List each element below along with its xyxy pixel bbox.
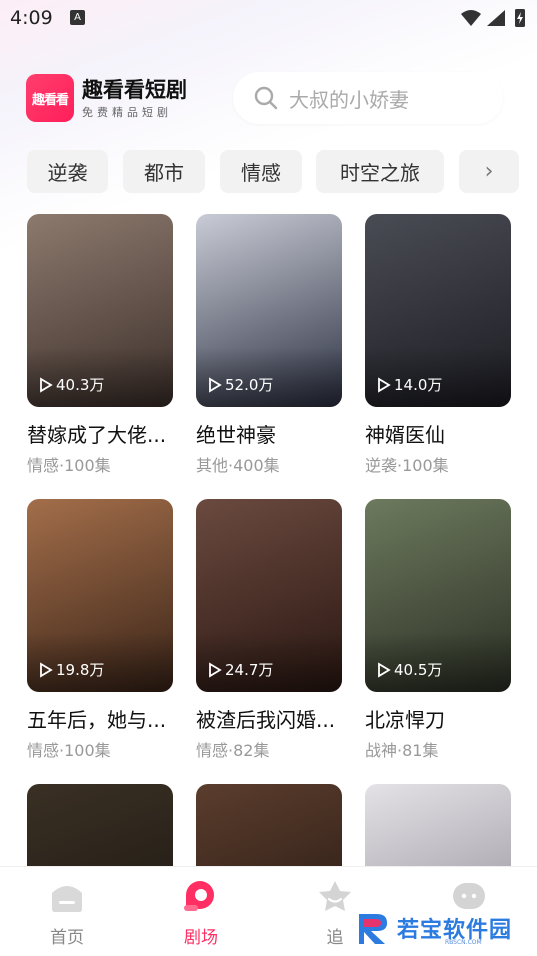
status-bar: 4:09 A <box>0 0 537 36</box>
watermark-logo-icon <box>359 914 387 944</box>
view-count-text: 24.7万 <box>225 661 274 679</box>
star-icon <box>319 881 351 911</box>
view-count: 40.5万 <box>377 659 442 680</box>
tab-label: 剧场 <box>184 928 218 948</box>
category-chip[interactable]: 都市 <box>123 150 205 193</box>
play-icon <box>209 376 222 393</box>
category-label: 情感 <box>241 161 281 185</box>
view-count: 40.3万 <box>39 374 104 395</box>
view-count-text: 40.5万 <box>394 661 443 679</box>
chevron-right-icon[interactable]: › <box>459 150 519 193</box>
drama-poster[interactable]: 52.0万 <box>196 214 342 407</box>
drama-meta: 其他·400集 <box>196 456 280 475</box>
drama-meta: 情感·100集 <box>27 741 111 760</box>
play-icon <box>378 376 391 393</box>
drama-poster[interactable]: 24.7万 <box>196 499 342 692</box>
drama-title[interactable]: 神婿医仙 <box>365 419 511 448</box>
category-label: 时空之旅 <box>340 161 420 185</box>
drama-meta: 情感·82集 <box>196 741 270 760</box>
category-chip[interactable]: 逆袭 <box>27 150 108 193</box>
home-icon <box>52 886 82 912</box>
play-icon <box>40 661 53 678</box>
drama-poster[interactable]: 40.3万 <box>27 214 173 407</box>
tab-theater[interactable]: 剧场 <box>161 879 241 948</box>
logo-text: 趣看看 <box>31 92 69 108</box>
play-icon <box>209 661 222 678</box>
drama-poster[interactable]: 14.0万 <box>365 214 511 407</box>
app-header: 趣看看 趣看看短剧 免费精品短剧 大叔的小娇妻 <box>26 72 516 128</box>
view-count: 14.0万 <box>377 374 442 395</box>
play-icon <box>378 661 391 678</box>
drama-title[interactable]: 五年后，她与... <box>27 704 173 733</box>
signal-icon <box>487 10 505 26</box>
search-bar[interactable]: 大叔的小娇妻 <box>233 72 503 124</box>
category-label: 逆袭 <box>47 161 88 185</box>
wifi-icon <box>461 10 481 26</box>
view-count-text: 19.8万 <box>56 661 105 679</box>
drama-meta: 逆袭·100集 <box>365 456 449 475</box>
app-title: 趣看看短剧 <box>82 78 187 102</box>
app-subtitle: 免费精品短剧 <box>82 106 172 119</box>
site-watermark: 若宝软件园 RBSCN.COM <box>355 908 535 948</box>
tab-home[interactable]: 首页 <box>27 879 107 948</box>
search-placeholder: 大叔的小娇妻 <box>289 87 409 112</box>
drama-title[interactable]: 替嫁成了大佬... <box>27 419 173 448</box>
category-chip[interactable]: 情感 <box>220 150 302 193</box>
view-count-text: 40.3万 <box>56 376 105 394</box>
search-icon <box>254 86 278 110</box>
drama-meta: 战神·81集 <box>365 741 439 760</box>
view-count: 52.0万 <box>208 374 273 395</box>
view-count: 24.7万 <box>208 659 273 680</box>
status-time: 4:09 <box>10 7 53 29</box>
notification-badge: A <box>70 10 85 25</box>
category-chip[interactable]: 时空之旅 <box>316 150 444 193</box>
drama-title[interactable]: 绝世神豪 <box>196 419 342 448</box>
app-logo: 趣看看 <box>26 74 74 122</box>
drama-meta: 情感·100集 <box>27 456 111 475</box>
drama-poster[interactable]: 19.8万 <box>27 499 173 692</box>
category-label: 都市 <box>144 161 184 185</box>
category-chips: 逆袭 都市 情感 时空之旅 › <box>27 150 537 193</box>
view-count-text: 14.0万 <box>394 376 443 394</box>
theater-icon <box>184 881 214 911</box>
drama-title[interactable]: 北凉悍刀 <box>365 704 511 733</box>
watermark-sub: RBSCN.COM <box>445 939 482 946</box>
view-count-text: 52.0万 <box>225 376 274 394</box>
view-count: 19.8万 <box>39 659 104 680</box>
drama-poster[interactable]: 40.5万 <box>365 499 511 692</box>
status-icons <box>459 7 527 33</box>
drama-title[interactable]: 被渣后我闪婚... <box>196 704 342 733</box>
play-icon <box>40 376 53 393</box>
tab-label: 首页 <box>50 928 84 948</box>
